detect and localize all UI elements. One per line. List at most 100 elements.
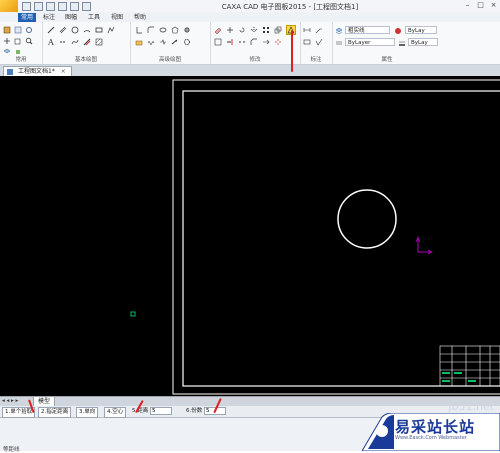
- axis-icon[interactable]: [135, 26, 143, 34]
- copies-label: 6.份数: [186, 408, 203, 414]
- drawing-canvas[interactable]: [0, 76, 500, 396]
- polygon-icon[interactable]: [171, 26, 179, 34]
- window-title: CAXA CAD 电子图板2015 - [工程图文档1]: [221, 3, 359, 11]
- fillet-icon[interactable]: [147, 26, 155, 34]
- layer-select[interactable]: 粗实线: [345, 26, 390, 34]
- group-properties: 粗实线 ByLay ByLayer ByLay 属性: [332, 22, 442, 64]
- group-modify-label: 修改: [249, 57, 261, 63]
- tab-tools[interactable]: 工具: [85, 13, 103, 22]
- tab-sheet[interactable]: 图幅: [62, 13, 80, 22]
- linetype-icon[interactable]: [335, 39, 343, 47]
- offset-icon[interactable]: [83, 38, 91, 46]
- zoom-icon[interactable]: [25, 37, 33, 45]
- array-icon[interactable]: [262, 26, 270, 34]
- ribbon-tabs: 常用 标注 图幅 工具 视图 帮助: [0, 12, 500, 22]
- extend-icon[interactable]: [226, 38, 234, 46]
- circle-icon[interactable]: [71, 26, 79, 34]
- group-basic-draw-label: 基本绘图: [74, 57, 97, 63]
- line-icon[interactable]: [47, 26, 55, 34]
- option-hollow-label: 4.空心: [104, 407, 127, 418]
- mirror-icon[interactable]: [250, 26, 258, 34]
- layer-manager-icon[interactable]: [335, 27, 343, 35]
- option-specified-distance-label: 2.指定距离: [38, 407, 72, 418]
- hatch-icon[interactable]: [95, 38, 103, 46]
- tab-common[interactable]: 常用: [18, 13, 37, 22]
- group-common: 常用: [0, 22, 43, 64]
- option-hollow[interactable]: 4.空心: [104, 407, 127, 418]
- group-annotate: 标注: [300, 22, 333, 64]
- cursor-point: [130, 311, 136, 317]
- block-icon[interactable]: [135, 38, 143, 46]
- group-advanced-draw: 高级绘图: [130, 22, 211, 64]
- tab-view[interactable]: 视图: [108, 13, 126, 22]
- linetype-select[interactable]: ByLayer: [345, 38, 395, 46]
- properties-icon[interactable]: [14, 26, 22, 34]
- window-controls: – □ ×: [463, 1, 498, 10]
- copy-icon[interactable]: [14, 37, 22, 45]
- leader-icon[interactable]: [315, 26, 323, 34]
- watermark-url: jb51.net: [448, 400, 494, 413]
- option-specified-distance[interactable]: 2.指定距离: [38, 407, 72, 418]
- pan-icon[interactable]: [3, 37, 11, 45]
- clipboard-icon[interactable]: [3, 26, 11, 34]
- watermark-brand: 易采站长站: [395, 418, 476, 436]
- chamfer-icon[interactable]: [250, 38, 258, 46]
- drawn-circle[interactable]: [337, 189, 397, 249]
- minimize-button[interactable]: –: [463, 1, 472, 10]
- distance-input[interactable]: [150, 407, 172, 415]
- settings-icon[interactable]: [25, 26, 33, 34]
- color-icon[interactable]: [394, 27, 402, 35]
- document-tab-label: 工程图文档1*: [18, 68, 55, 75]
- roughness-icon[interactable]: [315, 38, 323, 46]
- parallel-line-icon[interactable]: [59, 26, 67, 34]
- status-text: 等距线: [3, 447, 20, 453]
- outer-frame: [172, 79, 500, 395]
- rotate-icon[interactable]: [238, 26, 246, 34]
- ucs-icon: [415, 235, 433, 255]
- tolerance-icon[interactable]: [303, 38, 311, 46]
- color-value: ByLay: [408, 28, 425, 34]
- center-line-icon[interactable]: [59, 38, 67, 46]
- hole-icon[interactable]: [183, 26, 191, 34]
- spline-icon[interactable]: [71, 38, 79, 46]
- stretch-icon[interactable]: [262, 38, 270, 46]
- erase-icon[interactable]: [214, 26, 222, 34]
- color-select[interactable]: ByLay: [405, 26, 437, 34]
- scale-icon[interactable]: [274, 26, 282, 34]
- ellipse-icon[interactable]: [159, 26, 167, 34]
- arc-icon[interactable]: [83, 26, 91, 34]
- document-close-icon[interactable]: ×: [61, 68, 66, 75]
- tab-help[interactable]: 帮助: [131, 13, 149, 22]
- title-block-green-text: [442, 372, 476, 382]
- text-icon[interactable]: A: [47, 38, 55, 46]
- group-properties-label: 属性: [381, 57, 393, 63]
- layer-name: 粗实线: [348, 28, 365, 34]
- break-line-icon[interactable]: [159, 38, 167, 46]
- explode-icon[interactable]: [274, 38, 282, 46]
- maximize-button[interactable]: □: [476, 1, 485, 10]
- option-one-way-label: 3.单向: [76, 407, 99, 418]
- close-button[interactable]: ×: [489, 1, 498, 10]
- lineweight-icon[interactable]: [398, 39, 406, 47]
- polyline-icon[interactable]: [107, 26, 115, 34]
- wave-icon[interactable]: [147, 38, 155, 46]
- option-one-way[interactable]: 3.单向: [76, 407, 99, 418]
- group-annotate-label: 标注: [310, 57, 322, 63]
- group-modify: 修改: [210, 22, 301, 64]
- annotation-arrow-ribbon: [291, 30, 293, 72]
- group-basic-draw: A 基本绘图: [42, 22, 131, 64]
- dimension-icon[interactable]: [303, 26, 311, 34]
- trim-icon[interactable]: [214, 38, 222, 46]
- lineweight-select[interactable]: ByLay: [408, 38, 438, 46]
- break-icon[interactable]: [238, 38, 246, 46]
- gear-draw-icon[interactable]: [183, 38, 191, 46]
- sheet-nav-arrows[interactable]: ◂ ◂ ▸ ▸: [2, 398, 18, 404]
- rectangle-icon[interactable]: [95, 26, 103, 34]
- svg-text:A: A: [47, 38, 54, 46]
- lineweight-value: ByLay: [411, 40, 428, 46]
- group-advanced-draw-label: 高级绘图: [158, 57, 181, 63]
- ribbon-panel: 常用 A 基本绘图 高级绘图 修改 标注 粗实线 ByLay ByLayer B…: [0, 22, 500, 65]
- move-icon[interactable]: [226, 26, 234, 34]
- arrow-icon[interactable]: [171, 38, 179, 46]
- tab-annotate[interactable]: 标注: [40, 13, 58, 22]
